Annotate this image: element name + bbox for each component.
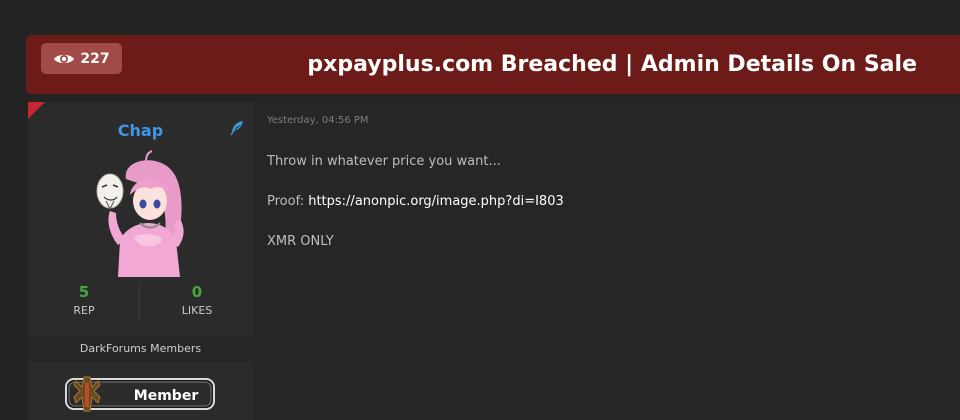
post-body: Yesterday, 04:56 PM Throw in whatever pr… [253, 102, 960, 420]
thread-header: 227 pxpayplus.com Breached | Admin Detai… [26, 35, 960, 94]
proof-label: Proof: [267, 194, 305, 209]
view-count: 227 [80, 50, 110, 67]
author-username[interactable]: Chap [28, 121, 253, 140]
rank-label: Member [134, 388, 199, 404]
thread-title: pxpayplus.com Breached | Admin Details O… [307, 52, 917, 77]
corner-flag [28, 102, 45, 119]
stat-divider [139, 282, 140, 322]
likes-value: 0 [191, 283, 203, 301]
rep-stat[interactable]: 5 REP [28, 282, 140, 320]
post-proof-line: Proof: https://anonpic.org/image.php?di=… [267, 194, 564, 209]
post-date[interactable]: Yesterday, 04:56 PM [267, 115, 369, 126]
proof-link[interactable]: https://anonpic.org/image.php?di=I803 [308, 194, 564, 209]
usergroup-label: DarkForums Members [28, 336, 253, 362]
likes-label: LIKES [181, 304, 213, 317]
page: 227 pxpayplus.com Breached | Admin Detai… [0, 0, 960, 420]
eye-icon [54, 54, 75, 63]
feather-icon [230, 121, 243, 136]
views-badge: 227 [41, 43, 122, 74]
author-avatar[interactable] [88, 149, 198, 277]
author-panel: Chap 5 REP 0 LIKES DarkForums Members Me… [28, 102, 253, 420]
post-line-3: XMR ONLY [267, 234, 334, 249]
post-line-1: Throw in whatever price you want... [267, 154, 501, 169]
rank-badge: Member [65, 376, 215, 412]
rep-value: 5 [78, 283, 90, 301]
rep-label: REP [73, 304, 95, 317]
author-stats: 5 REP 0 LIKES [28, 282, 253, 324]
likes-stat[interactable]: 0 LIKES [141, 282, 253, 320]
